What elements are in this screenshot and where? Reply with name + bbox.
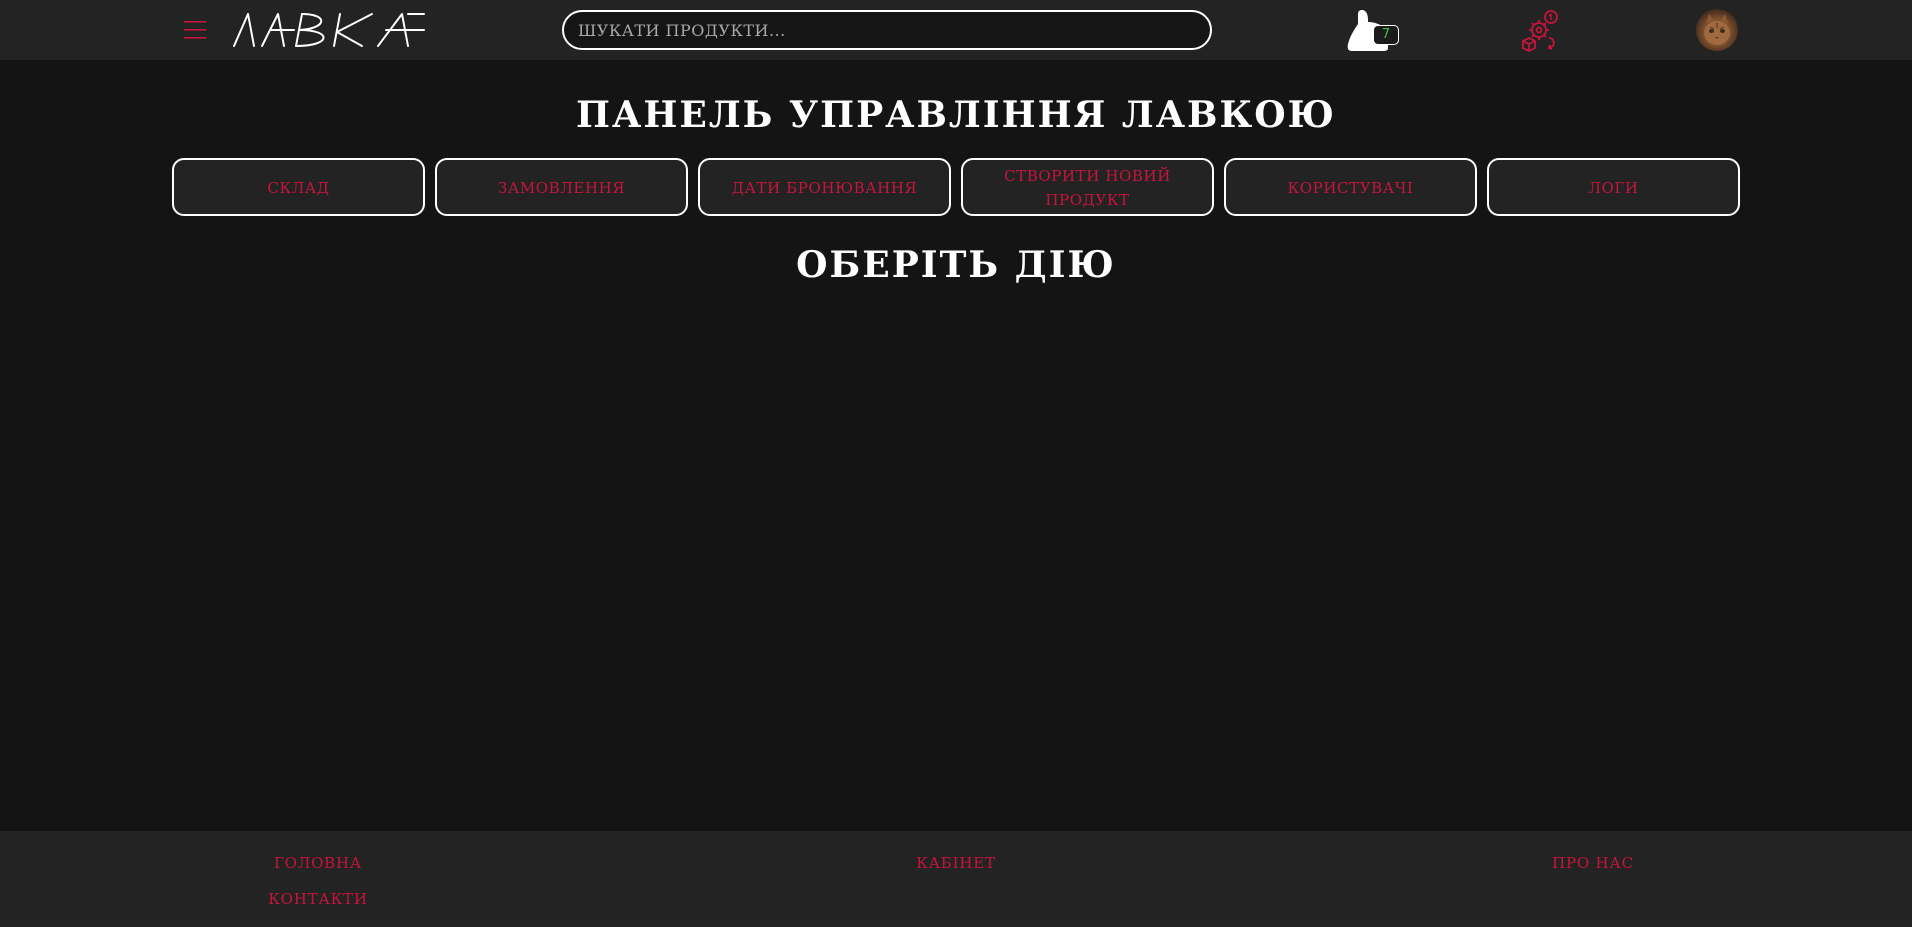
page-title: ПАНЕЛЬ УПРАВЛІННЯ ЛАВКОЮ — [576, 94, 1336, 136]
tab-orders[interactable]: ЗАМОВЛЕННЯ — [435, 158, 688, 216]
footer-link-home[interactable]: ГОЛОВНА — [218, 853, 418, 873]
tab-warehouse[interactable]: СКЛАД — [172, 158, 425, 216]
logo[interactable] — [232, 10, 426, 48]
tab-create-product[interactable]: СТВОРИТИ НОВИЙ ПРОДУКТ — [961, 158, 1214, 216]
admin-tabs: СКЛАД ЗАМОВЛЕННЯ ДАТИ БРОНЮВАННЯ СТВОРИТ… — [172, 158, 1740, 216]
choose-action-heading: ОБЕРІТЬ ДІЮ — [796, 244, 1116, 286]
tab-logs[interactable]: ЛОГИ — [1487, 158, 1740, 216]
search-bar[interactable] — [562, 10, 1212, 50]
tab-booking-dates[interactable]: ДАТИ БРОНЮВАННЯ — [698, 158, 951, 216]
tab-users[interactable]: КОРИСТУВАЧІ — [1224, 158, 1477, 216]
cart-count-badge: 7 — [1373, 25, 1399, 45]
footer: ГОЛОВНА КОНТАКТИ КАБІНЕТ ПРО НАС — [0, 831, 1912, 927]
cat-avatar-icon — [1704, 14, 1730, 45]
footer-link-contacts[interactable]: КОНТАКТИ — [218, 889, 418, 909]
top-navbar: 7 — [0, 0, 1912, 60]
search-input[interactable] — [564, 12, 1210, 48]
orders-icon[interactable] — [1519, 8, 1563, 52]
footer-link-about[interactable]: ПРО НАС — [1493, 853, 1693, 873]
user-avatar[interactable] — [1696, 9, 1738, 51]
burger-menu-icon[interactable] — [183, 18, 207, 42]
footer-link-cabinet[interactable]: КАБІНЕТ — [856, 853, 1056, 873]
